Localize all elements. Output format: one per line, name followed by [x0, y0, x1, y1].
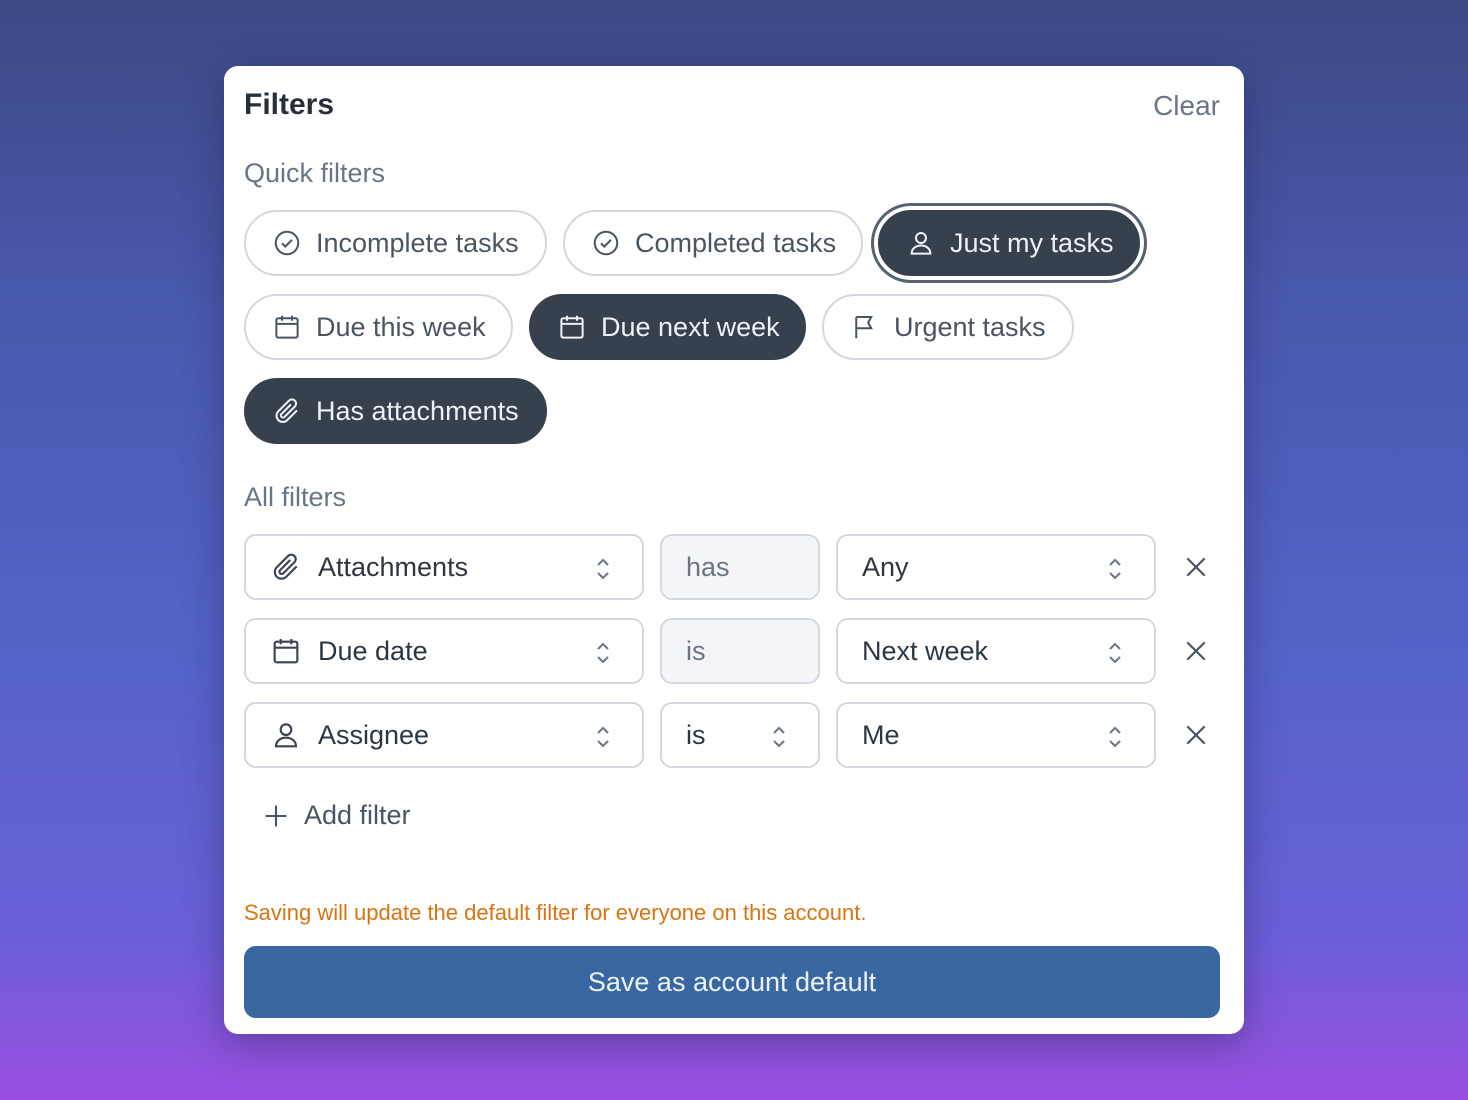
chevron-up-down-icon: [597, 558, 609, 580]
calendar-icon: [270, 635, 302, 667]
calendar-icon: [557, 312, 587, 342]
chip-completed-tasks[interactable]: Completed tasks: [563, 210, 863, 276]
filter-operator: is: [660, 618, 820, 684]
filters-panel: Filters Clear Quick filters Incomplete t…: [224, 66, 1244, 1034]
filter-field-value: Due date: [318, 635, 428, 666]
check-circle-icon: [591, 228, 621, 258]
filter-field-select[interactable]: Assignee: [244, 702, 644, 768]
chevron-up-down-icon: [773, 726, 785, 748]
filter-operator-select[interactable]: is: [660, 702, 820, 768]
chip-label: Incomplete tasks: [316, 227, 519, 258]
chip-label: Just my tasks: [950, 227, 1114, 258]
remove-filter-button[interactable]: [1176, 715, 1216, 755]
chip-just-my-tasks[interactable]: Just my tasks: [878, 210, 1140, 276]
chip-has-attachments[interactable]: Has attachments: [244, 378, 547, 444]
chip-due-next-week[interactable]: Due next week: [529, 294, 806, 360]
paperclip-icon: [272, 396, 302, 426]
chip-label: Due next week: [601, 311, 780, 342]
filter-value-select[interactable]: Next week: [836, 618, 1156, 684]
save-default-button[interactable]: Save as account default: [244, 946, 1220, 1018]
filter-field-value: Assignee: [318, 719, 430, 750]
clear-button[interactable]: Clear: [1153, 90, 1220, 122]
close-icon: [1186, 557, 1206, 577]
filter-value-text: Any: [862, 551, 909, 582]
panel-title: Filters: [244, 88, 335, 121]
filter-value-select[interactable]: Me: [836, 702, 1156, 768]
chevron-up-down-icon: [1109, 642, 1121, 664]
close-icon: [1186, 641, 1206, 661]
filter-field-value: Attachments: [318, 551, 469, 582]
close-icon: [1186, 725, 1206, 745]
paperclip-icon: [270, 551, 302, 583]
add-filter-button[interactable]: Add filter: [262, 800, 411, 831]
filter-operator-value: is: [686, 719, 706, 750]
chip-due-this-week[interactable]: Due this week: [244, 294, 513, 360]
save-warning-text: Saving will update the default filter fo…: [244, 900, 867, 925]
filter-field-select[interactable]: Due date: [244, 618, 644, 684]
chevron-up-down-icon: [597, 726, 609, 748]
plus-icon: [265, 805, 287, 826]
check-circle-icon: [272, 228, 302, 258]
quick-filters-label: Quick filters: [244, 158, 386, 188]
filter-operator-value: has: [686, 551, 730, 582]
filter-operator-value: is: [686, 635, 706, 666]
filter-value-select[interactable]: Any: [836, 534, 1156, 600]
filter-value-text: Me: [862, 719, 900, 750]
chevron-up-down-icon: [1109, 726, 1121, 748]
chip-label: Has attachments: [316, 395, 519, 426]
chip-urgent-tasks[interactable]: Urgent tasks: [822, 294, 1074, 360]
filter-field-select[interactable]: Attachments: [244, 534, 644, 600]
chip-label: Due this week: [316, 311, 486, 342]
filter-operator: has: [660, 534, 820, 600]
calendar-icon: [272, 312, 302, 342]
flag-icon: [850, 312, 880, 342]
chevron-up-down-icon: [1109, 558, 1121, 580]
user-icon: [906, 228, 936, 258]
remove-filter-button[interactable]: [1176, 547, 1216, 587]
all-filters-label: All filters: [244, 482, 347, 512]
remove-filter-button[interactable]: [1176, 631, 1216, 671]
chip-label: Urgent tasks: [894, 311, 1046, 342]
chevron-up-down-icon: [597, 642, 609, 664]
chip-label: Completed tasks: [635, 227, 837, 258]
add-filter-label: Add filter: [304, 800, 411, 830]
filter-value-text: Next week: [862, 635, 989, 666]
chip-incomplete-tasks[interactable]: Incomplete tasks: [244, 210, 547, 276]
user-icon: [270, 719, 302, 751]
